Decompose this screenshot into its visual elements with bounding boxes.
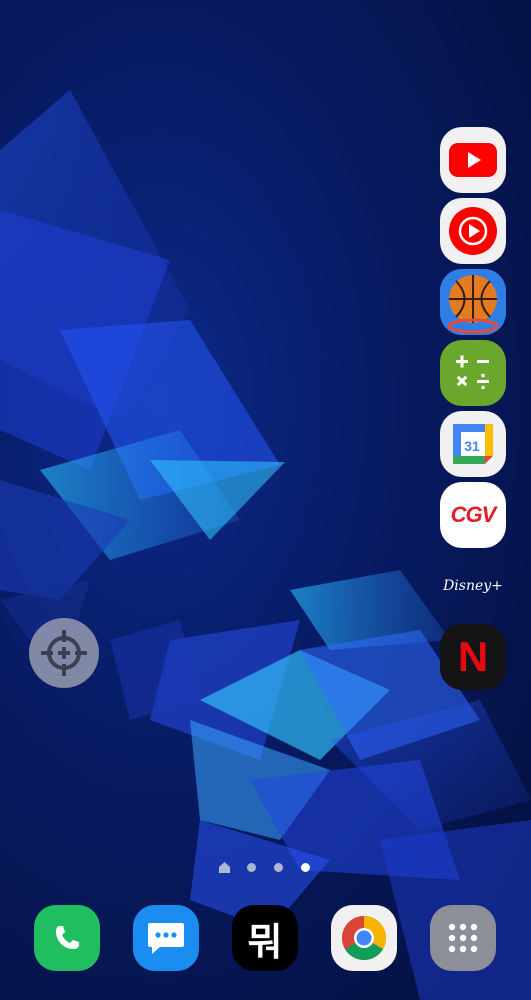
phone-icon[interactable] xyxy=(34,905,100,971)
page-dot-current[interactable] xyxy=(301,863,310,872)
netflix-label: N xyxy=(457,633,489,680)
disney-plus-icon[interactable]: Disney+ xyxy=(440,553,506,619)
crosshair-icon[interactable] xyxy=(29,618,99,688)
calendar-icon[interactable]: 31 xyxy=(440,411,506,477)
disney-plus-label: Disney+ xyxy=(443,578,503,594)
basketball-icon[interactable] xyxy=(440,269,506,335)
cgv-icon[interactable]: CGV xyxy=(440,482,506,548)
page-dot[interactable] xyxy=(274,863,283,872)
chrome-icon[interactable] xyxy=(331,905,397,971)
hangul-app-label: 뭐 xyxy=(247,919,283,964)
messages-icon[interactable] xyxy=(133,905,199,971)
home-page-icon[interactable] xyxy=(219,862,230,873)
page-dot[interactable] xyxy=(247,863,256,872)
hangul-app-icon[interactable]: 뭐 xyxy=(232,905,298,971)
youtube-icon[interactable] xyxy=(440,127,506,193)
page-indicator xyxy=(0,861,531,875)
calculator-icon[interactable] xyxy=(440,340,506,406)
app-drawer-icon[interactable] xyxy=(430,905,496,971)
youtube-music-icon[interactable] xyxy=(440,198,506,264)
cgv-label: CGV xyxy=(450,502,497,527)
calendar-date-label: 31 xyxy=(464,438,480,454)
home-screen: 31 CGV Disney+ N 뭐 xyxy=(0,0,531,1000)
netflix-icon[interactable]: N xyxy=(440,624,506,690)
